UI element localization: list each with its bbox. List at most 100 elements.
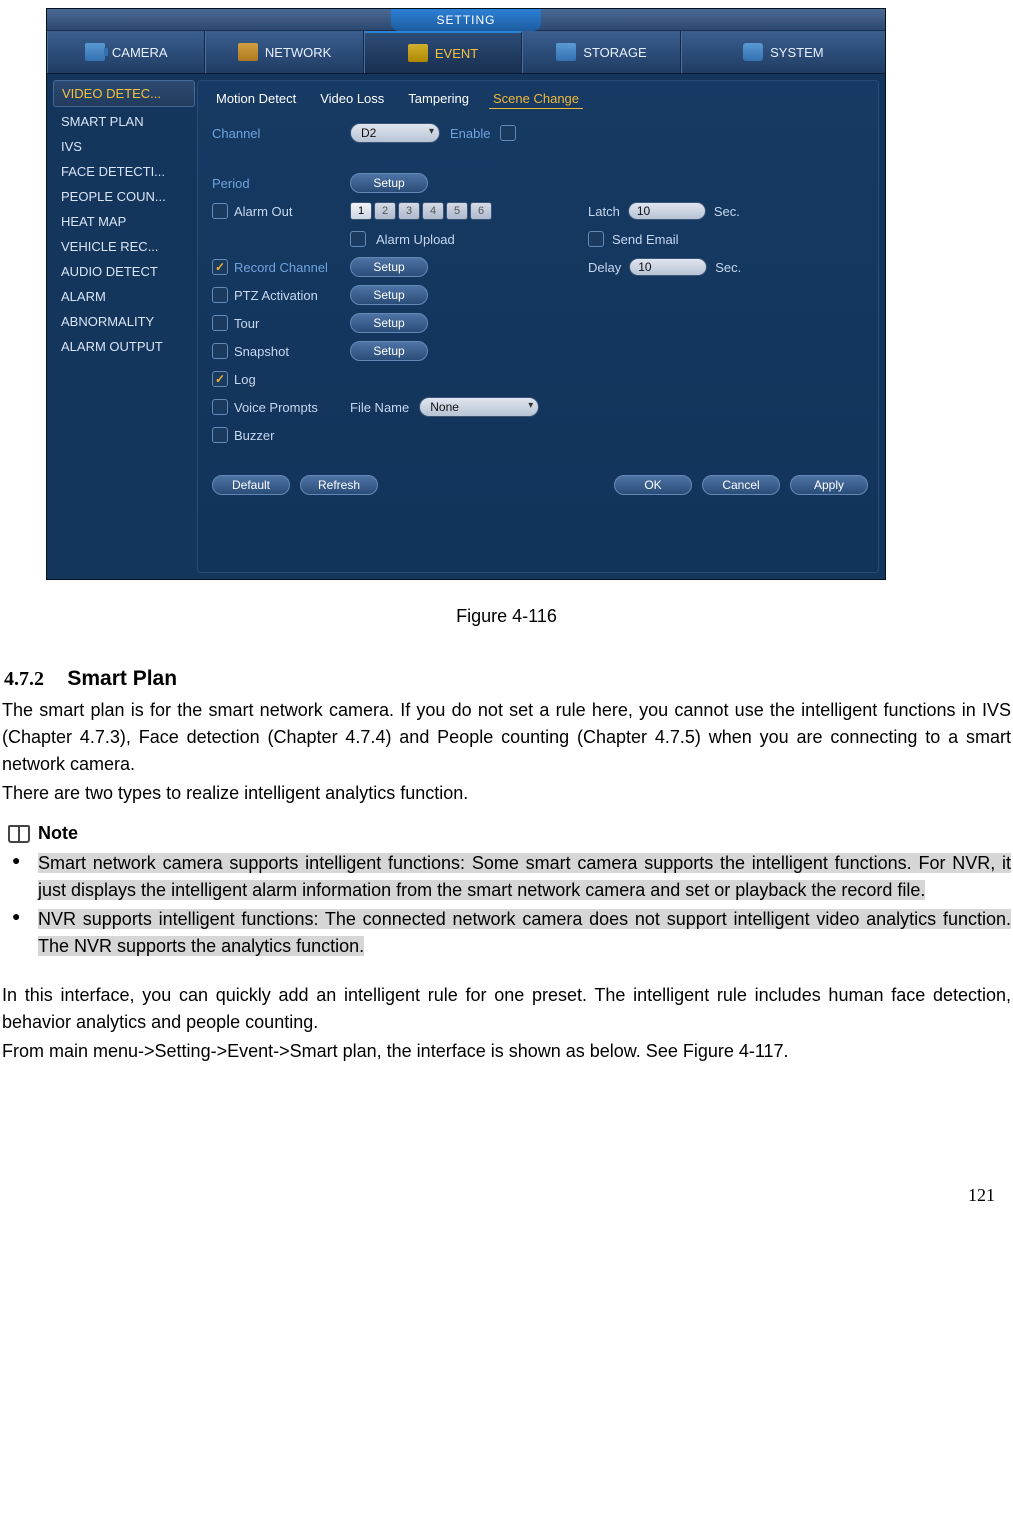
buzzer-label: Buzzer [234, 428, 274, 443]
storage-icon [556, 43, 576, 61]
delay-input[interactable]: 10 [629, 258, 707, 276]
event-icon [408, 44, 428, 62]
event-sidebar: VIDEO DETEC... SMART PLAN IVS FACE DETEC… [53, 80, 195, 573]
tour-setup-button[interactable]: Setup [350, 313, 428, 333]
apply-button[interactable]: Apply [790, 475, 868, 495]
network-icon [238, 43, 258, 61]
alarm-out-checkbox[interactable] [212, 203, 228, 219]
delay-sec-label: Sec. [715, 260, 741, 275]
record-channel-setup-button[interactable]: Setup [350, 257, 428, 277]
footer-buttons: Default Refresh OK Cancel Apply [212, 475, 868, 495]
tour-checkbox[interactable] [212, 315, 228, 331]
section-heading: 4.7.2 Smart Plan [4, 667, 1013, 691]
nav-camera[interactable]: CAMERA [47, 31, 205, 73]
nav-label: EVENT [435, 46, 478, 61]
alarm-upload-checkbox[interactable] [350, 231, 366, 247]
note-heading: Note [8, 823, 1013, 844]
dialog-titlebar: SETTING [47, 9, 885, 31]
cancel-button[interactable]: Cancel [702, 475, 780, 495]
alarm-out-label: Alarm Out [234, 204, 293, 219]
alarm-upload-label: Alarm Upload [376, 232, 455, 247]
subtab-motion-detect[interactable]: Motion Detect [212, 89, 300, 109]
latch-input[interactable]: 10 [628, 202, 706, 220]
alarm-out-1[interactable]: 1 [350, 202, 372, 220]
alarm-out-5[interactable]: 5 [446, 202, 468, 220]
nav-label: SYSTEM [770, 45, 823, 60]
record-channel-checkbox[interactable] [212, 259, 228, 275]
nav-event[interactable]: EVENT [364, 31, 522, 73]
subtabs: Motion Detect Video Loss Tampering Scene… [212, 89, 868, 109]
ptz-checkbox[interactable] [212, 287, 228, 303]
period-label: Period [212, 176, 250, 191]
snapshot-checkbox[interactable] [212, 343, 228, 359]
camera-icon [85, 43, 105, 61]
subtab-tampering[interactable]: Tampering [404, 89, 473, 109]
settings-dialog: SETTING CAMERA NETWORK EVENT STORAGE SYS… [46, 8, 886, 580]
sidebar-item-heat-map[interactable]: HEAT MAP [53, 209, 195, 234]
alarm-out-4[interactable]: 4 [422, 202, 444, 220]
ptz-label: PTZ Activation [234, 288, 318, 303]
ok-button[interactable]: OK [614, 475, 692, 495]
ptz-setup-button[interactable]: Setup [350, 285, 428, 305]
page-number: 121 [0, 1185, 995, 1206]
sidebar-item-people-count[interactable]: PEOPLE COUN... [53, 184, 195, 209]
alarm-out-3[interactable]: 3 [398, 202, 420, 220]
sidebar-item-alarm-output[interactable]: ALARM OUTPUT [53, 334, 195, 359]
voice-checkbox[interactable] [212, 399, 228, 415]
buzzer-checkbox[interactable] [212, 427, 228, 443]
file-name-label: File Name [350, 400, 409, 415]
sidebar-item-video-detect[interactable]: VIDEO DETEC... [53, 80, 195, 107]
sidebar-item-audio-detect[interactable]: AUDIO DETECT [53, 259, 195, 284]
log-label: Log [234, 372, 256, 387]
channel-label: Channel [212, 126, 260, 141]
voice-label: Voice Prompts [234, 400, 318, 415]
period-setup-button[interactable]: Setup [350, 173, 428, 193]
dialog-title: SETTING [391, 9, 541, 31]
latch-sec-label: Sec. [714, 204, 740, 219]
send-email-checkbox[interactable] [588, 231, 604, 247]
section-title: Smart Plan [67, 667, 177, 690]
delay-label: Delay [588, 260, 621, 275]
nav-network[interactable]: NETWORK [205, 31, 363, 73]
bullet-2-text: NVR supports intelligent functions: The … [38, 909, 1011, 956]
nav-system[interactable]: SYSTEM [681, 31, 885, 73]
note-label: Note [38, 823, 78, 844]
refresh-button[interactable]: Refresh [300, 475, 378, 495]
nav-storage[interactable]: STORAGE [522, 31, 680, 73]
latch-label: Latch [588, 204, 620, 219]
sidebar-item-abnormality[interactable]: ABNORMALITY [53, 309, 195, 334]
file-name-dropdown[interactable]: None [419, 397, 539, 417]
paragraph-4: From main menu->Setting->Event->Smart pl… [2, 1038, 1011, 1065]
paragraph-2: There are two types to realize intellige… [2, 780, 1011, 807]
default-button[interactable]: Default [212, 475, 290, 495]
sidebar-item-ivs[interactable]: IVS [53, 134, 195, 159]
snapshot-label: Snapshot [234, 344, 289, 359]
sidebar-item-face-detect[interactable]: FACE DETECTI... [53, 159, 195, 184]
nav-label: CAMERA [112, 45, 168, 60]
paragraph-3: In this interface, you can quickly add a… [2, 982, 1011, 1036]
enable-checkbox[interactable] [500, 125, 516, 141]
bullet-2: NVR supports intelligent functions: The … [10, 906, 1011, 960]
channel-dropdown[interactable]: D2 [350, 123, 440, 143]
bullet-1-text: Smart network camera supports intelligen… [38, 853, 1011, 900]
sidebar-item-vehicle-rec[interactable]: VEHICLE REC... [53, 234, 195, 259]
subtab-scene-change[interactable]: Scene Change [489, 89, 583, 109]
send-email-label: Send Email [612, 232, 678, 247]
enable-label: Enable [450, 126, 490, 141]
note-bullets: Smart network camera supports intelligen… [0, 850, 1013, 960]
nav-label: STORAGE [583, 45, 646, 60]
figure-caption: Figure 4-116 [0, 606, 1013, 627]
log-checkbox[interactable] [212, 371, 228, 387]
alarm-out-2[interactable]: 2 [374, 202, 396, 220]
record-channel-label: Record Channel [234, 260, 328, 275]
alarm-out-6[interactable]: 6 [470, 202, 492, 220]
book-icon [8, 825, 30, 843]
alarm-out-numbers: 1 2 3 4 5 6 [350, 202, 492, 220]
sidebar-item-smart-plan[interactable]: SMART PLAN [53, 109, 195, 134]
section-number: 4.7.2 [4, 668, 44, 690]
sidebar-item-alarm[interactable]: ALARM [53, 284, 195, 309]
snapshot-setup-button[interactable]: Setup [350, 341, 428, 361]
content-panel: Motion Detect Video Loss Tampering Scene… [197, 80, 879, 573]
subtab-video-loss[interactable]: Video Loss [316, 89, 388, 109]
bullet-1: Smart network camera supports intelligen… [10, 850, 1011, 904]
